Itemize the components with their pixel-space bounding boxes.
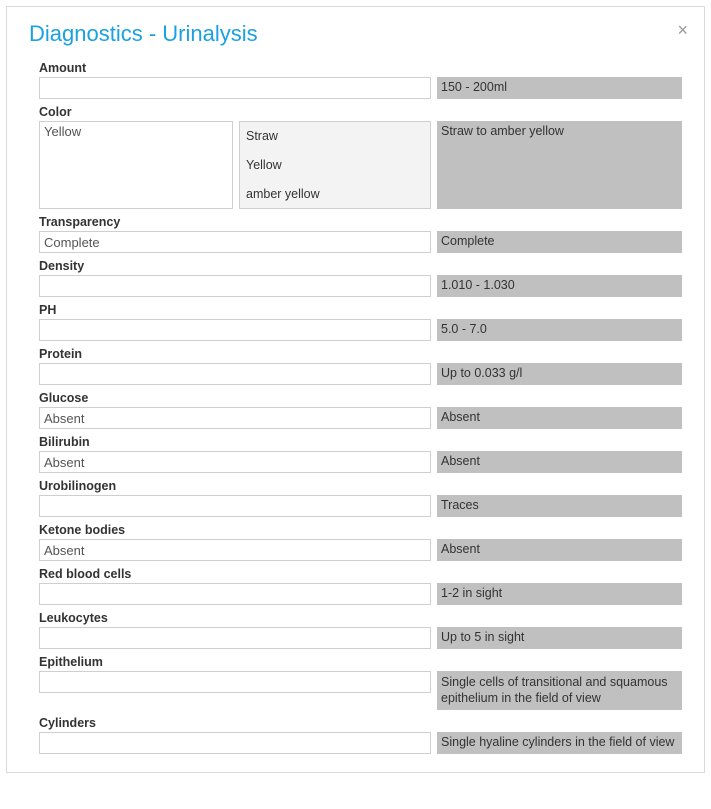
urobilinogen-reference: Traces	[437, 495, 682, 517]
form-area: Amount 150 - 200ml Color Straw Yellow am…	[29, 61, 682, 754]
rbc-reference: 1-2 in sight	[437, 583, 682, 605]
diagnostics-panel: Diagnostics - Urinalysis × Amount 150 - …	[6, 6, 705, 773]
glucose-label: Glucose	[39, 391, 682, 405]
bilirubin-input[interactable]	[39, 451, 431, 473]
rbc-label: Red blood cells	[39, 567, 682, 581]
bilirubin-reference: Absent	[437, 451, 682, 473]
urobilinogen-input[interactable]	[39, 495, 431, 517]
epithelium-label: Epithelium	[39, 655, 682, 669]
color-options-list[interactable]: Straw Yellow amber yellow	[239, 121, 431, 209]
cylinders-input[interactable]	[39, 732, 431, 754]
page-title: Diagnostics - Urinalysis	[29, 21, 682, 47]
density-label: Density	[39, 259, 682, 273]
ph-input[interactable]	[39, 319, 431, 341]
transparency-input[interactable]	[39, 231, 431, 253]
color-reference: Straw to amber yellow	[437, 121, 682, 209]
ketone-input[interactable]	[39, 539, 431, 561]
transparency-label: Transparency	[39, 215, 682, 229]
epithelium-input[interactable]	[39, 671, 431, 693]
protein-reference: Up to 0.033 g/l	[437, 363, 682, 385]
color-option-yellow[interactable]: Yellow	[246, 155, 424, 175]
ph-reference: 5.0 - 7.0	[437, 319, 682, 341]
urobilinogen-label: Urobilinogen	[39, 479, 682, 493]
amount-reference: 150 - 200ml	[437, 77, 682, 99]
bilirubin-label: Bilirubin	[39, 435, 682, 449]
ph-label: PH	[39, 303, 682, 317]
leukocytes-input[interactable]	[39, 627, 431, 649]
leukocytes-label: Leukocytes	[39, 611, 682, 625]
color-option-straw[interactable]: Straw	[246, 126, 424, 146]
cylinders-label: Cylinders	[39, 716, 682, 730]
density-input[interactable]	[39, 275, 431, 297]
density-reference: 1.010 - 1.030	[437, 275, 682, 297]
protein-label: Protein	[39, 347, 682, 361]
color-input[interactable]	[39, 121, 233, 209]
protein-input[interactable]	[39, 363, 431, 385]
color-label: Color	[39, 105, 682, 119]
ketone-reference: Absent	[437, 539, 682, 561]
transparency-reference: Complete	[437, 231, 682, 253]
amount-label: Amount	[39, 61, 682, 75]
color-option-amber[interactable]: amber yellow	[246, 184, 424, 204]
glucose-input[interactable]	[39, 407, 431, 429]
rbc-input[interactable]	[39, 583, 431, 605]
cylinders-reference: Single hyaline cylinders in the field of…	[437, 732, 682, 754]
close-icon[interactable]: ×	[677, 21, 688, 39]
ketone-label: Ketone bodies	[39, 523, 682, 537]
amount-input[interactable]	[39, 77, 431, 99]
glucose-reference: Absent	[437, 407, 682, 429]
epithelium-reference: Single cells of transitional and squamou…	[437, 671, 682, 710]
leukocytes-reference: Up to 5 in sight	[437, 627, 682, 649]
